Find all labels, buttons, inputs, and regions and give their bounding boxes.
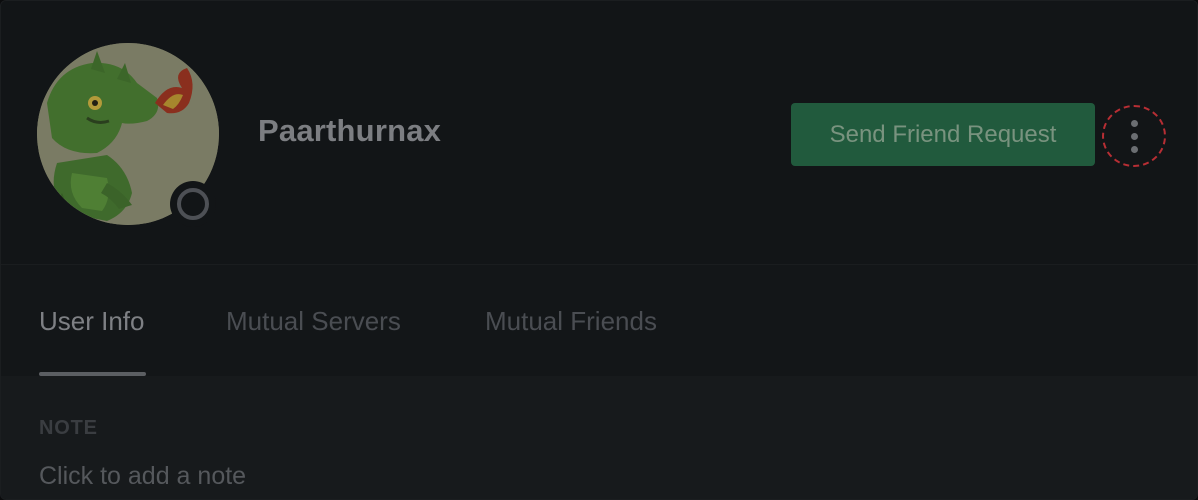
dot [1130,145,1138,153]
send-friend-request-button[interactable]: Send Friend Request [791,103,1095,166]
profile-tabs: User Info Mutual Servers Mutual Friends [1,266,1197,376]
note-field[interactable]: Click to add a note [39,462,246,491]
username: Paarthurnax [258,113,442,148]
dot [1130,119,1138,127]
profile-header: Paarthurnax Send Friend Request [1,1,1197,265]
note-label: NOTE [39,417,98,439]
tab-user-info[interactable]: User Info [39,306,145,337]
user-profile-modal: Paarthurnax Send Friend Request User Inf… [0,0,1198,500]
tab-mutual-servers[interactable]: Mutual Servers [226,306,401,337]
status-indicator [170,181,216,227]
more-options-button[interactable] [1102,105,1166,167]
tab-mutual-friends[interactable]: Mutual Friends [485,306,657,337]
avatar-container [37,43,219,227]
offline-status-icon [177,188,209,220]
dot [1130,132,1138,140]
more-vertical-icon [1130,119,1138,153]
user-info-panel: NOTE Click to add a note [1,376,1197,499]
